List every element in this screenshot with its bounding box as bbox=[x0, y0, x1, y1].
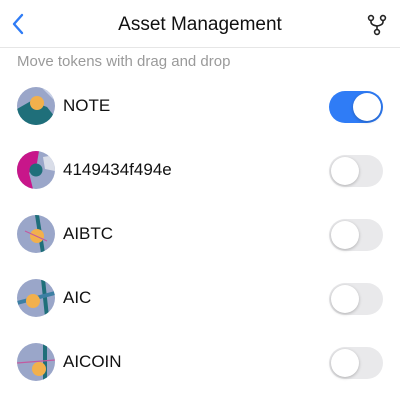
token-row[interactable]: AIBTC bbox=[0, 203, 400, 267]
token-avatar-icon bbox=[17, 87, 55, 125]
token-name: AIC bbox=[63, 288, 92, 307]
token-toggle[interactable] bbox=[329, 283, 383, 315]
token-name: AIBTC bbox=[63, 224, 114, 243]
token-toggle[interactable] bbox=[329, 347, 383, 379]
token-name: 4149434f494e bbox=[63, 160, 172, 179]
header: Asset Management bbox=[0, 0, 400, 48]
toggle-knob bbox=[331, 285, 359, 313]
token-avatar-icon bbox=[17, 215, 55, 253]
page-title: Asset Management bbox=[118, 14, 282, 35]
token-avatar-icon bbox=[17, 151, 55, 189]
branch-button[interactable] bbox=[366, 13, 388, 37]
drag-drop-hint: Move tokens with drag and drop bbox=[17, 53, 231, 70]
token-avatar-icon bbox=[17, 343, 55, 381]
token-row[interactable]: AIC bbox=[0, 267, 400, 331]
token-row[interactable]: 4149434f494e bbox=[0, 139, 400, 203]
asset-management-screen: Asset Management Move tokens with drag a… bbox=[0, 0, 400, 401]
token-row[interactable]: AICOIN bbox=[0, 331, 400, 395]
token-row[interactable]: NOTE bbox=[0, 75, 400, 139]
token-toggle[interactable] bbox=[329, 155, 383, 187]
token-toggle[interactable] bbox=[329, 219, 383, 251]
toggle-knob bbox=[331, 349, 359, 377]
branch-icon bbox=[367, 14, 387, 36]
token-name: AICOIN bbox=[63, 352, 122, 371]
token-toggle[interactable] bbox=[329, 91, 383, 123]
token-name: NOTE bbox=[63, 96, 111, 115]
toggle-knob bbox=[353, 93, 381, 121]
toggle-knob bbox=[331, 157, 359, 185]
token-avatar-icon bbox=[17, 279, 55, 317]
toggle-knob bbox=[331, 221, 359, 249]
token-list: NOTE 4149434f494e AIBTC AIC AICOIN bbox=[0, 75, 400, 395]
